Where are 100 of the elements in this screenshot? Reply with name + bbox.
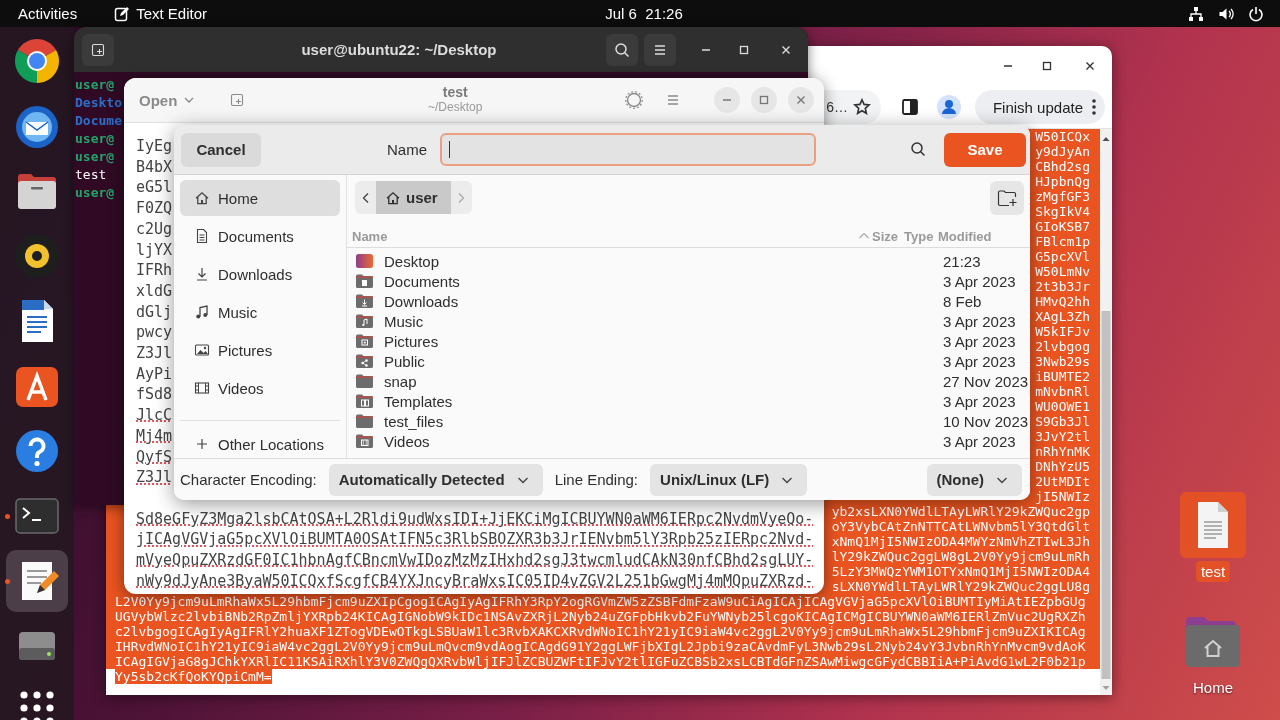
terminal-line: test [75, 166, 107, 184]
new-tab-icon[interactable] [229, 92, 246, 108]
name-field[interactable] [440, 133, 816, 166]
text-line: IyEg [136, 136, 173, 157]
browser-icon [13, 37, 61, 85]
minimize-button[interactable] [714, 87, 740, 113]
modified-date: 3 Apr 2023 [942, 332, 1017, 350]
dock-button[interactable] [6, 550, 68, 612]
file-name[interactable]: test_files [384, 412, 444, 430]
file-name[interactable]: Documents [384, 272, 460, 290]
home-icon [385, 189, 401, 206]
text-line: dGlj [136, 301, 173, 323]
file-name[interactable]: snap [384, 372, 417, 390]
modified-date: 27 Nov 2023 [942, 372, 1030, 390]
sidebar-item[interactable]: Downloads [180, 256, 340, 292]
text-cursor [449, 141, 450, 158]
modified-date: 3 Apr 2023 [942, 392, 1017, 410]
text-line: F0ZQ [136, 198, 173, 219]
side-panel-icon[interactable] [900, 98, 919, 116]
modified-date: 10 Nov 2023 [942, 412, 1030, 430]
new-tab-button[interactable] [82, 33, 114, 66]
field-label: Name [387, 141, 427, 158]
folder-icon [355, 433, 374, 449]
minimize-icon [723, 99, 731, 101]
terminal-line: Docume [75, 112, 122, 130]
star-icon[interactable] [852, 98, 871, 116]
scrollbar[interactable] [1100, 129, 1112, 695]
file-name[interactable]: Videos [384, 432, 430, 450]
new-folder-button[interactable] [990, 180, 1024, 215]
maximize-button[interactable] [751, 87, 777, 113]
text-line: QyfS [136, 446, 173, 468]
folder-icon [355, 393, 374, 409]
folder-icon [355, 293, 374, 309]
terminal-line: user@ [75, 76, 115, 94]
text-editor-icon [114, 5, 131, 22]
download-icon [194, 266, 210, 282]
gear-icon[interactable] [625, 91, 643, 109]
window-title: test [442, 85, 468, 100]
folder-icon [355, 353, 374, 369]
file-name[interactable]: Music [384, 312, 424, 330]
file-name[interactable]: Downloads [384, 292, 459, 310]
home-icon [194, 190, 210, 206]
icon-label[interactable]: test [1195, 561, 1231, 582]
app-menu-button[interactable]: Text Editor [114, 5, 208, 22]
folder-icon [355, 253, 374, 269]
file-name[interactable]: Public [384, 352, 425, 370]
folder-icon [355, 333, 374, 349]
search-icon[interactable] [910, 140, 928, 159]
terminal-line: Deskto [75, 94, 122, 112]
cancel-button[interactable]: Cancel [181, 132, 261, 167]
text-line: IFRh [136, 260, 173, 281]
icon-label[interactable]: Home [1188, 677, 1238, 698]
terminal-line: user@ [75, 184, 115, 202]
highlight-dropdown[interactable]: (None) [926, 463, 1022, 496]
text-line: eG5l [136, 177, 173, 199]
file-name[interactable]: Desktop [384, 252, 440, 270]
modified-date: 3 Apr 2023 [942, 272, 1017, 290]
sidebar-item[interactable]: Pictures [180, 332, 340, 368]
text-line: AyPi [136, 363, 173, 385]
text-line: Mj4m [136, 425, 173, 447]
update-button[interactable]: Finish update [974, 90, 1105, 124]
encoding-dropdown[interactable]: Automatically Detected [328, 463, 543, 496]
sidebar-item[interactable]: Videos [180, 370, 340, 406]
folder-icon [355, 313, 374, 329]
text-line: JlcC [136, 405, 173, 426]
search-icon [614, 41, 630, 58]
terminal-line: user@ [75, 148, 115, 166]
sidebar-item[interactable]: Other Locations [180, 432, 340, 456]
path-button[interactable]: user [376, 181, 451, 214]
field-label: Line Ending: [554, 471, 639, 488]
text-line: fSd8 [136, 384, 173, 406]
film-icon [194, 380, 210, 396]
save-button[interactable]: Save [944, 132, 1026, 167]
text-line: Z3Jl [136, 343, 173, 364]
field-label: Character Encoding: [180, 471, 317, 488]
text-line: xldG [136, 280, 173, 302]
modified-date: 8 Feb [942, 292, 983, 310]
window-title: user@ubuntu22: ~/Desktop [300, 41, 498, 58]
activities-button[interactable]: Activities [18, 5, 78, 22]
more-icon [1091, 98, 1097, 116]
menu-button[interactable] [644, 33, 676, 66]
file-name[interactable]: Pictures [384, 332, 439, 350]
text-line: B4bX [136, 156, 173, 178]
file-name[interactable]: Templates [384, 392, 453, 410]
terminal-line: user@ [75, 130, 115, 148]
picture-icon [194, 342, 210, 358]
plus-icon [194, 436, 210, 452]
speaker-icon [13, 232, 61, 280]
line-ending-dropdown[interactable]: Unix/Linux (LF) [650, 463, 808, 496]
clock[interactable]: Jul 6 21:26 [605, 5, 683, 22]
window-subtitle: ~/Desktop [428, 100, 483, 115]
folder-plus-icon [997, 188, 1017, 207]
power-icon[interactable] [1248, 5, 1264, 22]
modified-date: 3 Apr 2023 [942, 432, 1017, 450]
profile-icon[interactable] [936, 95, 961, 119]
network-icon[interactable] [1188, 5, 1204, 22]
sidebar-item[interactable]: Music [180, 294, 340, 330]
search-button[interactable] [606, 33, 638, 66]
music-note-icon [194, 304, 210, 320]
sidebar-item[interactable]: Home [180, 180, 340, 216]
